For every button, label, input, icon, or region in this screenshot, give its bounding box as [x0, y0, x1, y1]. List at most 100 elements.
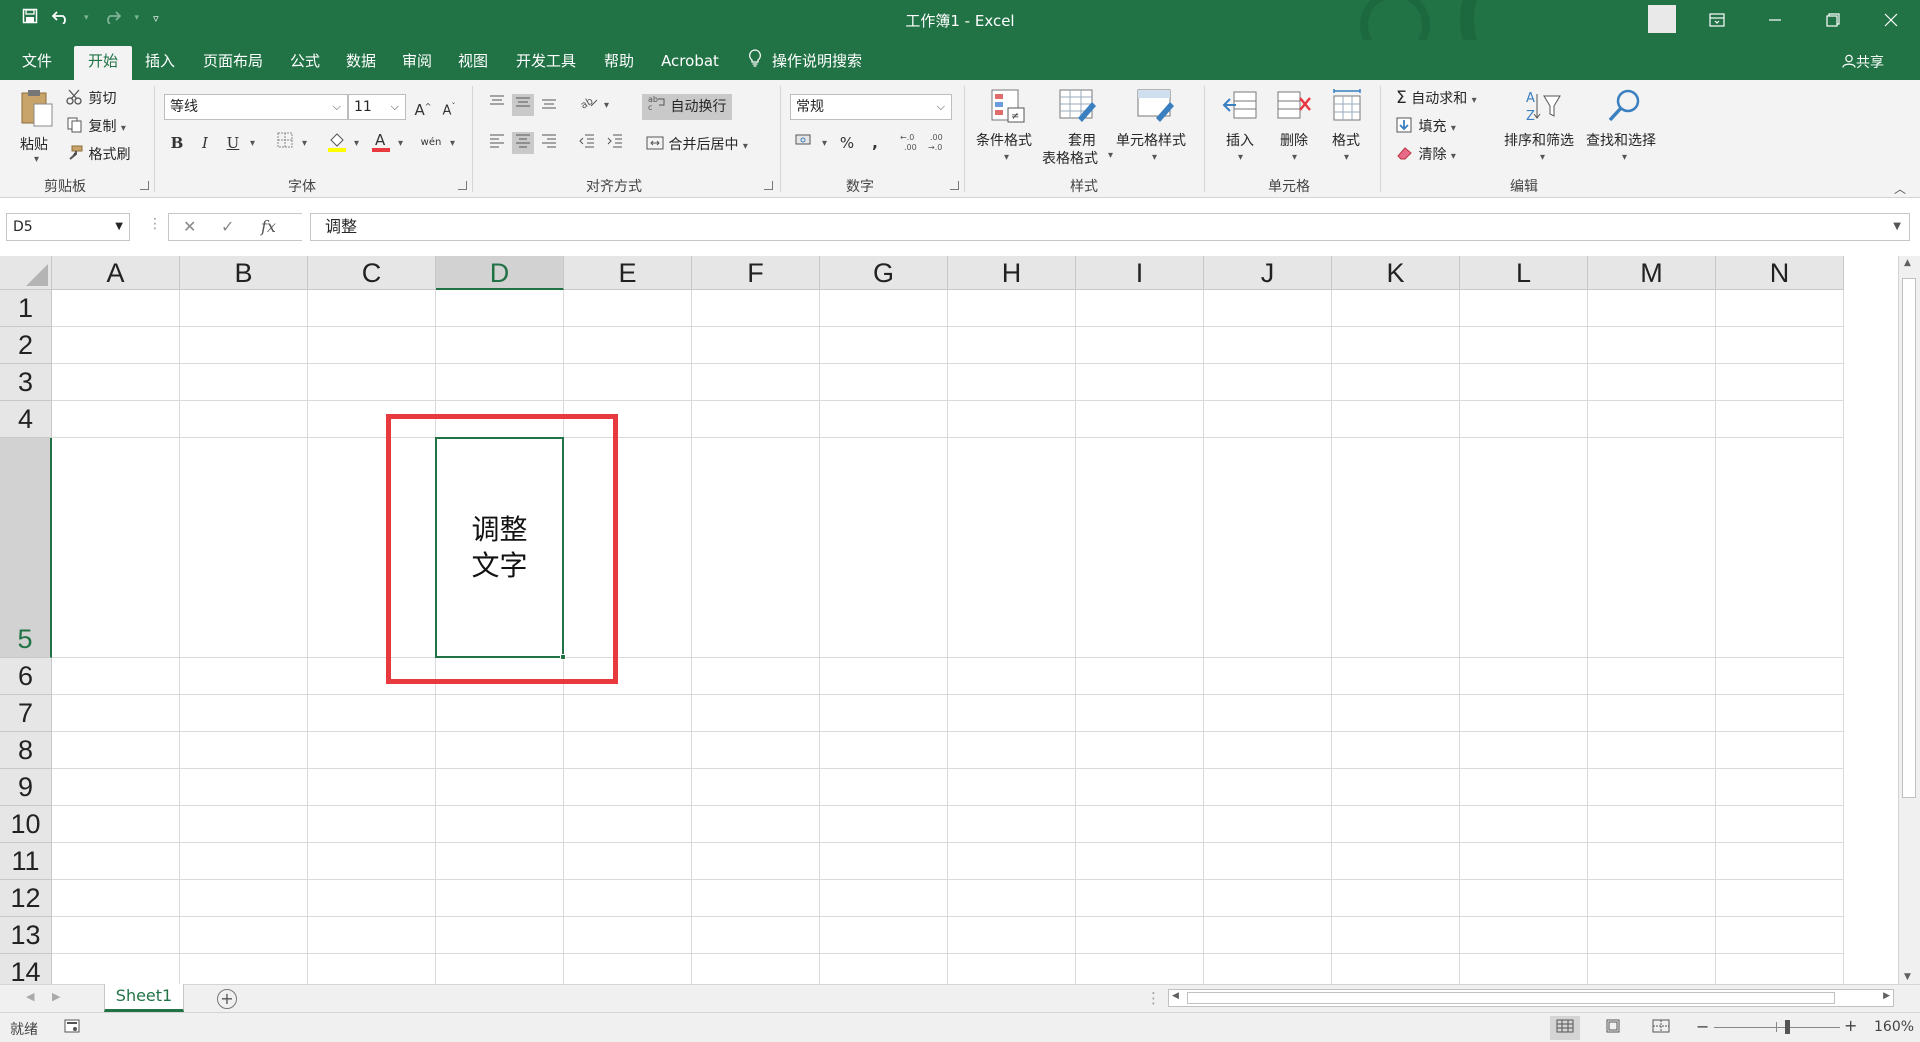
restore-icon[interactable] — [1804, 0, 1862, 40]
horizontal-scroll-thumb[interactable] — [1187, 992, 1835, 1004]
name-box[interactable]: D5 ▼ — [6, 213, 130, 241]
column-header-g[interactable]: G — [820, 256, 948, 290]
clear-button[interactable]: 清除 ▾ — [1396, 144, 1456, 165]
bold-button[interactable]: B — [166, 132, 188, 154]
column-header-b[interactable]: B — [180, 256, 308, 290]
collapse-ribbon-icon[interactable]: ︿ — [1894, 180, 1906, 197]
font-name-select[interactable]: 等线 ⌵ — [164, 94, 348, 120]
column-header-l[interactable]: L — [1460, 256, 1588, 290]
tab-home[interactable]: 开始 — [74, 46, 132, 80]
column-header-a[interactable]: A — [52, 256, 180, 290]
tab-splitter-icon[interactable]: ⋮ — [1146, 989, 1161, 1007]
conditional-formatting-button[interactable]: ≠ 条件格式 ▾ — [974, 88, 1044, 172]
row-header-7[interactable]: 7 — [0, 695, 52, 732]
decrease-indent-button[interactable] — [576, 132, 598, 154]
row-header-1[interactable]: 1 — [0, 290, 52, 327]
horizontal-scrollbar[interactable]: ◀ ▶ — [1168, 989, 1894, 1007]
align-top-button[interactable] — [486, 94, 508, 116]
zoom-level[interactable]: 160% — [1874, 1019, 1914, 1035]
font-color-button[interactable]: A — [370, 130, 392, 152]
paste-button[interactable]: 粘贴 ▾ — [14, 88, 58, 172]
phonetic-button[interactable]: wén — [420, 132, 442, 154]
underline-button[interactable]: U — [222, 132, 244, 154]
column-header-k[interactable]: K — [1332, 256, 1460, 290]
tell-me-search[interactable]: 操作说明搜索 — [748, 47, 882, 80]
tab-insert[interactable]: 插入 — [136, 47, 184, 80]
wrap-text-button[interactable]: ab c 自动换行 — [642, 94, 733, 120]
column-header-j[interactable]: J — [1204, 256, 1332, 290]
increase-decimal-button[interactable]: ←.0.00 — [900, 132, 922, 154]
normal-view-icon[interactable] — [1550, 1016, 1580, 1040]
clipboard-launcher-icon[interactable] — [140, 181, 149, 190]
minimize-icon[interactable] — [1746, 0, 1804, 40]
column-header-e[interactable]: E — [564, 256, 692, 290]
prev-sheet-icon[interactable]: ◀ — [26, 990, 34, 1003]
sheet-tab-sheet1[interactable]: Sheet1 — [104, 984, 184, 1012]
borders-dropdown-icon[interactable]: ▾ — [302, 138, 307, 149]
align-middle-button[interactable] — [512, 94, 534, 116]
tab-file[interactable]: 文件 — [14, 47, 60, 80]
zoom-out-button[interactable]: − — [1696, 1017, 1709, 1036]
accounting-format-button[interactable] — [794, 132, 816, 154]
column-header-h[interactable]: H — [948, 256, 1076, 290]
macro-record-icon[interactable] — [64, 1019, 80, 1037]
zoom-slider-thumb[interactable] — [1785, 1020, 1790, 1034]
merge-center-button[interactable]: 合并后居中 ▾ — [646, 134, 748, 155]
shrink-font-button[interactable]: Aˇ — [438, 96, 460, 118]
phonetic-dropdown-icon[interactable]: ▾ — [450, 138, 455, 149]
row-header-10[interactable]: 10 — [0, 806, 52, 843]
fill-color-button[interactable] — [326, 130, 348, 152]
alignment-launcher-icon[interactable] — [764, 181, 773, 190]
cell-styles-button[interactable]: 单元格样式 ▾ — [1116, 88, 1196, 172]
font-launcher-icon[interactable] — [458, 181, 467, 190]
autosum-button[interactable]: Σ 自动求和 ▾ — [1396, 88, 1477, 108]
row-header-13[interactable]: 13 — [0, 917, 52, 954]
scroll-up-icon[interactable]: ▲ — [1904, 258, 1911, 268]
cut-button[interactable]: 剪切 — [66, 88, 116, 109]
zoom-slider-track[interactable] — [1714, 1027, 1840, 1028]
row-header-6[interactable]: 6 — [0, 658, 52, 695]
number-launcher-icon[interactable] — [950, 181, 959, 190]
enter-icon[interactable]: ✓ — [221, 217, 234, 236]
align-bottom-button[interactable] — [538, 94, 560, 116]
sort-filter-button[interactable]: AZ 排序和筛选 ▾ — [1504, 88, 1582, 172]
column-header-c[interactable]: C — [308, 256, 436, 290]
column-header-d[interactable]: D — [436, 256, 564, 290]
column-header-m[interactable]: M — [1588, 256, 1716, 290]
tab-review[interactable]: 审阅 — [394, 47, 440, 80]
align-center-button[interactable] — [512, 132, 534, 154]
percent-button[interactable]: % — [836, 132, 858, 154]
increase-indent-button[interactable] — [604, 132, 626, 154]
column-header-f[interactable]: F — [692, 256, 820, 290]
copy-button[interactable]: 复制 ▾ — [66, 116, 126, 137]
insert-cells-button[interactable]: 插入 ▾ — [1218, 88, 1264, 172]
tab-acrobat[interactable]: Acrobat — [652, 47, 728, 80]
row-header-3[interactable]: 3 — [0, 364, 52, 401]
comma-button[interactable]: , — [864, 132, 886, 154]
tab-data[interactable]: 数据 — [338, 47, 384, 80]
font-color-dropdown-icon[interactable]: ▾ — [398, 138, 403, 149]
add-sheet-button[interactable]: + — [217, 989, 237, 1009]
borders-button[interactable] — [274, 132, 296, 154]
format-as-table-button[interactable]: 套用 表格格式 ▾ — [1040, 88, 1116, 172]
close-icon[interactable] — [1862, 0, 1920, 40]
scroll-left-icon[interactable]: ◀ — [1172, 991, 1179, 1001]
formula-bar-splitter-icon[interactable]: ⋮ — [148, 216, 162, 232]
delete-cells-button[interactable]: 删除 ▾ — [1272, 88, 1318, 172]
ribbon-display-options-icon[interactable] — [1688, 0, 1746, 40]
column-header-i[interactable]: I — [1076, 256, 1204, 290]
row-header-12[interactable]: 12 — [0, 880, 52, 917]
worksheet-grid[interactable]: A B C D E F G H I J K L M N 1 2 3 4 5 6 7 8 9 10 11 12 13 14 调整 文字 — [0, 256, 1898, 984]
number-format-select[interactable]: 常规 ⌵ — [790, 94, 952, 120]
insert-function-icon[interactable]: fx — [261, 217, 276, 236]
tab-developer[interactable]: 开发工具 — [506, 47, 586, 80]
row-header-5[interactable]: 5 — [0, 438, 52, 658]
vertical-scroll-thumb[interactable] — [1902, 278, 1916, 798]
row-header-14[interactable]: 14 — [0, 954, 52, 984]
tab-help[interactable]: 帮助 — [596, 47, 642, 80]
scroll-right-icon[interactable]: ▶ — [1883, 991, 1890, 1001]
formula-input[interactable]: 调整 ▼ — [310, 213, 1910, 241]
orientation-dropdown-icon[interactable]: ▾ — [604, 100, 609, 111]
format-cells-button[interactable]: 格式 ▾ — [1324, 88, 1370, 172]
user-avatar[interactable] — [1648, 5, 1676, 33]
